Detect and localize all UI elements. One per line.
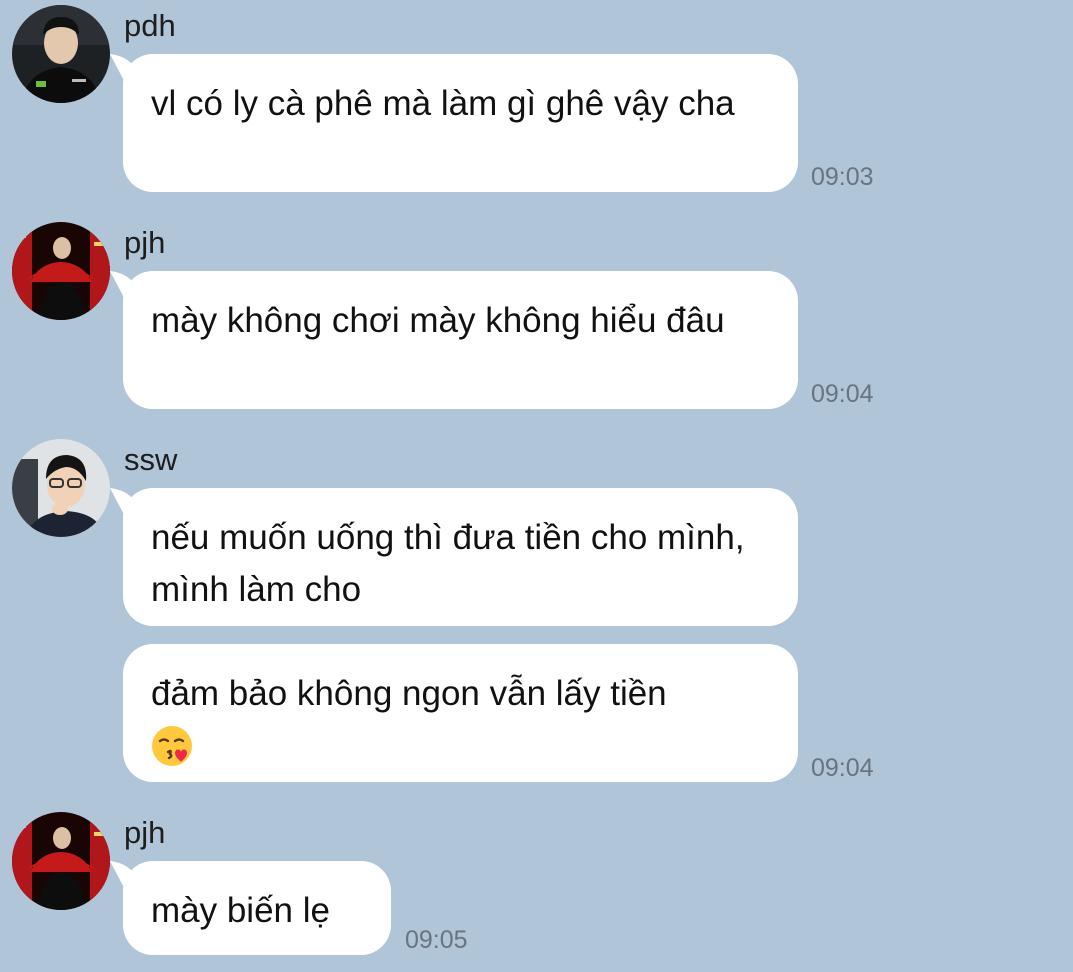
timestamp: 09:03 — [811, 163, 874, 191]
message-bubble[interactable]: nếu muốn uống thì đưa tiền cho mình, mìn… — [123, 488, 798, 626]
avatar[interactable] — [12, 439, 110, 537]
timestamp: 09:04 — [811, 754, 874, 782]
message-bubble[interactable]: vl có ly cà phê mà làm gì ghê vậy cha — [123, 54, 798, 192]
message-text: mày không chơi mày không hiểu đâu — [151, 301, 725, 340]
pjh-avatar — [12, 222, 110, 320]
message-text: nếu muốn uống thì đưa tiền cho mình, mìn… — [151, 518, 745, 609]
message-bubble[interactable]: mày biến lẹ — [123, 861, 391, 955]
avatar[interactable] — [12, 5, 110, 103]
message-bubble[interactable]: mày không chơi mày không hiểu đâu — [123, 271, 798, 409]
pdh-avatar — [12, 5, 110, 103]
sender-name: pjh — [124, 225, 166, 260]
message-text: vl có ly cà phê mà làm gì ghê vậy cha — [151, 84, 735, 123]
message-bubble[interactable]: đảm bảo không ngon vẫn lấy tiền — [123, 644, 798, 782]
avatar[interactable] — [12, 812, 110, 910]
face-blowing-a-kiss-icon — [152, 726, 192, 766]
avatar[interactable] — [12, 222, 110, 320]
sender-name: pdh — [124, 8, 176, 43]
message-text: mày biến lẹ — [151, 891, 330, 930]
timestamp: 09:05 — [405, 926, 468, 954]
ssw-avatar — [12, 439, 110, 537]
pjh-avatar — [12, 812, 110, 910]
sender-name: pjh — [124, 815, 166, 850]
timestamp: 09:04 — [811, 380, 874, 408]
sender-name: ssw — [124, 442, 178, 477]
message-text: đảm bảo không ngon vẫn lấy tiền — [151, 674, 667, 713]
